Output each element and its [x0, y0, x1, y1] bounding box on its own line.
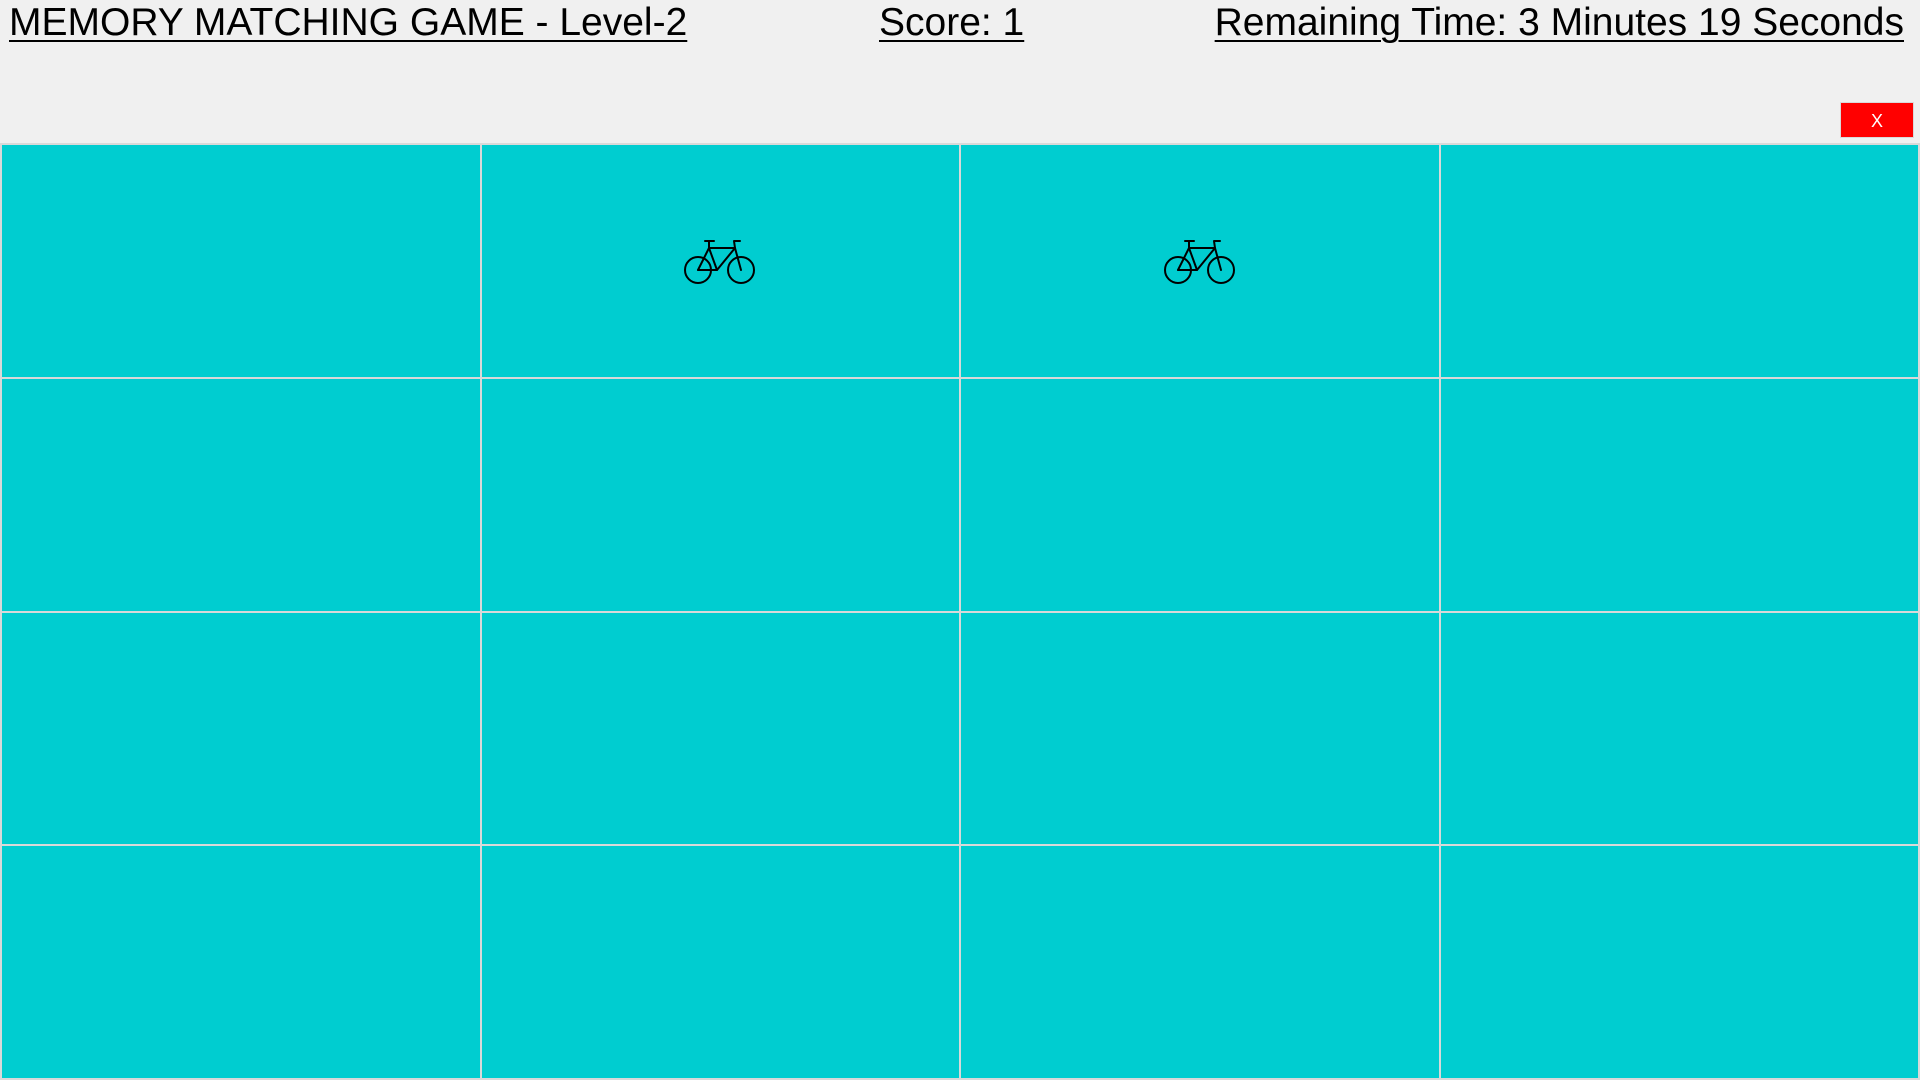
card-3[interactable]	[961, 145, 1439, 377]
card-11[interactable]	[961, 612, 1439, 845]
game-window: MEMORY MATCHING GAME - Level-2 Score: 1 …	[0, 0, 1920, 1080]
card-9[interactable]	[2, 612, 480, 845]
score-label: Score: 1	[879, 1, 1025, 44]
card-16[interactable]	[1440, 846, 1918, 1078]
card-15[interactable]	[961, 846, 1439, 1078]
bicycle-icon	[1163, 236, 1237, 286]
card-13[interactable]	[2, 846, 480, 1078]
card-14[interactable]	[481, 846, 959, 1078]
card-4[interactable]	[1440, 145, 1918, 377]
card-12[interactable]	[1440, 612, 1918, 845]
card-7[interactable]	[961, 378, 1439, 611]
card-10[interactable]	[481, 612, 959, 845]
bicycle-icon	[683, 236, 757, 286]
card-8[interactable]	[1440, 378, 1918, 611]
card-2[interactable]	[481, 145, 959, 377]
header-bar: MEMORY MATCHING GAME - Level-2 Score: 1 …	[0, 0, 1920, 143]
timer-label: Remaining Time: 3 Minutes 19 Seconds	[1214, 1, 1904, 44]
game-title: MEMORY MATCHING GAME - Level-2	[9, 1, 688, 44]
card-1[interactable]	[2, 145, 480, 377]
card-grid	[0, 143, 1920, 1080]
close-button[interactable]: X	[1840, 102, 1914, 138]
card-5[interactable]	[2, 378, 480, 611]
card-6[interactable]	[481, 378, 959, 611]
